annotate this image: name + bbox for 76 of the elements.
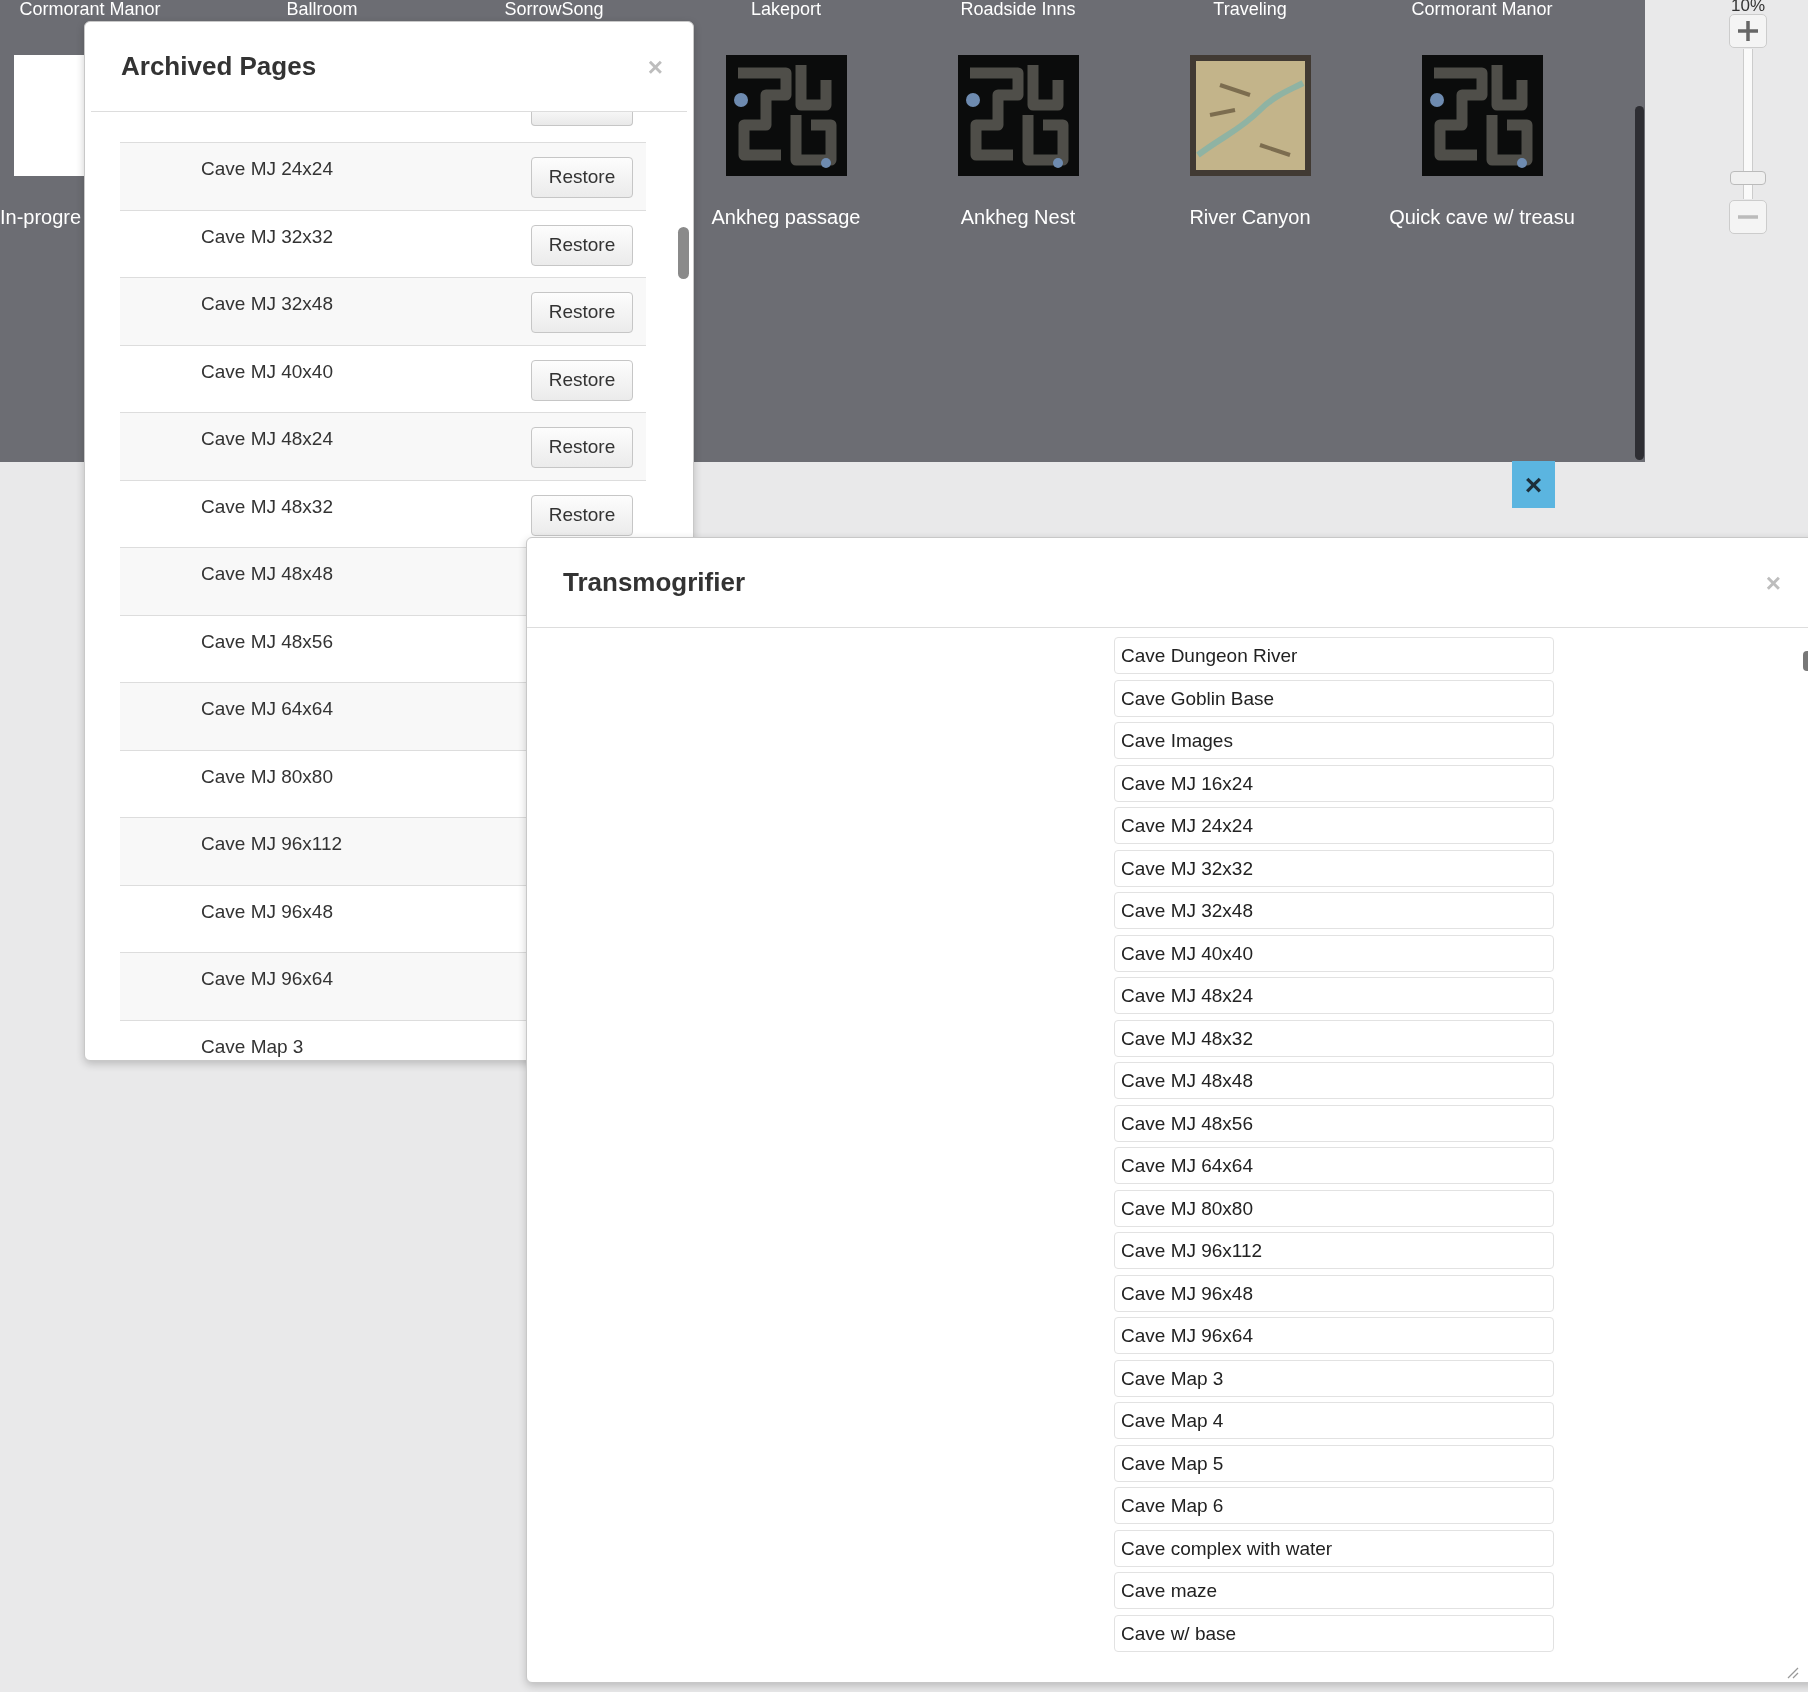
- close-button[interactable]: ×: [1512, 461, 1555, 508]
- page-name: Cave MJ 96x64: [201, 967, 333, 991]
- restore-button[interactable]: Restore: [531, 224, 633, 266]
- restore-button[interactable]: Restore: [531, 494, 633, 536]
- page-list-item[interactable]: Cave MJ 48x56: [1114, 1104, 1554, 1142]
- page-list-item[interactable]: Cave MJ 48x48: [1114, 1062, 1554, 1099]
- page-list-item[interactable]: Cave Map 4: [1114, 1402, 1554, 1439]
- cave-map-thumbnail[interactable]: [957, 55, 1079, 176]
- page-list-item[interactable]: Cave MJ 48x24: [1114, 977, 1554, 1014]
- page-list-item[interactable]: Cave maze: [1114, 1572, 1554, 1609]
- page-name: Cave MJ 96x48: [201, 899, 333, 924]
- page-label[interactable]: Ankheg Nest: [960, 202, 1076, 232]
- page-label[interactable]: Ballroom: [206, 0, 438, 19]
- page-list-item[interactable]: Cave MJ 96x64: [1114, 1317, 1554, 1354]
- page-label[interactable]: Lakeport: [670, 0, 902, 19]
- page-list-item[interactable]: Cave complex with water: [1114, 1529, 1554, 1567]
- archived-page-row[interactable]: Cave MJ 24x24 Restore: [120, 142, 646, 210]
- page-list-item[interactable]: Cave Map 6: [1114, 1487, 1554, 1524]
- scrollbar-thumb[interactable]: [678, 227, 689, 279]
- scrollbar-thumb[interactable]: [1635, 106, 1644, 460]
- restore-button[interactable]: Restore: [531, 157, 633, 198]
- page-list-item[interactable]: Cave MJ 16x24: [1114, 764, 1554, 802]
- page-name: Cave MJ 48x56: [201, 629, 333, 654]
- page-name: Cave MJ 48x48: [201, 562, 333, 586]
- zoom-reading: 10%: [1731, 0, 1765, 14]
- page-label[interactable]: Quick cave w/ treasu: [1389, 202, 1575, 232]
- cave-map-thumbnail[interactable]: [1421, 55, 1543, 176]
- minus-icon: [1736, 214, 1760, 220]
- page-list-item[interactable]: Cave Map 5: [1114, 1444, 1554, 1482]
- page-list-item[interactable]: Cave w/ base: [1114, 1614, 1554, 1652]
- page-name: Cave MJ 40x40: [201, 359, 333, 384]
- dialog-title: Archived Pages: [121, 50, 317, 83]
- page-list-item[interactable]: Cave MJ 32x48: [1114, 892, 1554, 929]
- page-list-item[interactable]: Cave Images: [1114, 722, 1554, 759]
- page-list-item[interactable]: Cave MJ 96x48: [1114, 1274, 1554, 1312]
- plus-icon: [1736, 19, 1760, 43]
- page-list-item[interactable]: Cave MJ 24x24: [1114, 807, 1554, 844]
- page-list-item[interactable]: Cave MJ 48x32: [1114, 1019, 1554, 1057]
- page-name: Cave MJ 24x24: [201, 157, 333, 181]
- page-list-item[interactable]: Cave Map 3: [1114, 1359, 1554, 1397]
- page-label[interactable]: Traveling: [1134, 0, 1366, 19]
- page-name: Cave MJ 96x112: [201, 832, 343, 856]
- restore-button[interactable]: Restore: [531, 427, 633, 468]
- page-label[interactable]: In-progre: [0, 202, 82, 232]
- page-name: Cave MJ 48x24: [201, 427, 333, 451]
- page-name: Cave Map 3: [201, 1034, 304, 1059]
- archived-page-row[interactable]: Cave MJ 32x48 Restore: [120, 277, 646, 345]
- restore-button[interactable]: Restore: [531, 359, 633, 401]
- page-label[interactable]: River Canyon: [1189, 202, 1311, 232]
- page-list-item[interactable]: Cave MJ 96x112: [1114, 1232, 1554, 1269]
- page-name: Cave MJ 80x80: [201, 764, 333, 789]
- page-list-item[interactable]: Cave MJ 80x80: [1114, 1189, 1554, 1227]
- page-list-item[interactable]: Cave MJ 40x40: [1114, 934, 1554, 972]
- page-name: Cave MJ 32x32: [201, 224, 333, 249]
- zoom-out-button[interactable]: [1729, 200, 1767, 234]
- cave-map-thumbnail[interactable]: [725, 55, 847, 176]
- page-list-item[interactable]: Cave Goblin Base: [1114, 679, 1554, 717]
- page-name: Cave MJ 32x48: [201, 292, 333, 316]
- resize-grip-icon[interactable]: [1785, 1665, 1799, 1679]
- page-list-item[interactable]: Cave Dungeon River: [1114, 637, 1554, 674]
- canyon-map-thumbnail[interactable]: [1189, 55, 1311, 176]
- page-name: Cave MJ 64x64: [201, 697, 333, 721]
- restore-button[interactable]: Restore: [531, 292, 633, 333]
- zoom-in-button[interactable]: [1729, 14, 1767, 48]
- slider-thumb[interactable]: [1730, 171, 1766, 186]
- page-label[interactable]: Ankheg passage: [711, 202, 861, 232]
- page-label[interactable]: SorrowSong: [438, 0, 670, 19]
- blank-thumbnail[interactable]: [14, 55, 84, 176]
- page-label[interactable]: Cormorant Manor: [0, 0, 206, 19]
- page-label[interactable]: Cormorant Manor: [1366, 0, 1598, 19]
- page-list-item[interactable]: Cave MJ 32x32: [1114, 849, 1554, 887]
- button-edge[interactable]: [531, 112, 633, 126]
- archived-page-row[interactable]: Cave MJ 48x24 Restore: [120, 412, 646, 480]
- page-name: Cave MJ 48x32: [201, 494, 333, 519]
- page-label[interactable]: Roadside Inns: [902, 0, 1134, 19]
- page-list-item[interactable]: Cave MJ 64x64: [1114, 1147, 1554, 1184]
